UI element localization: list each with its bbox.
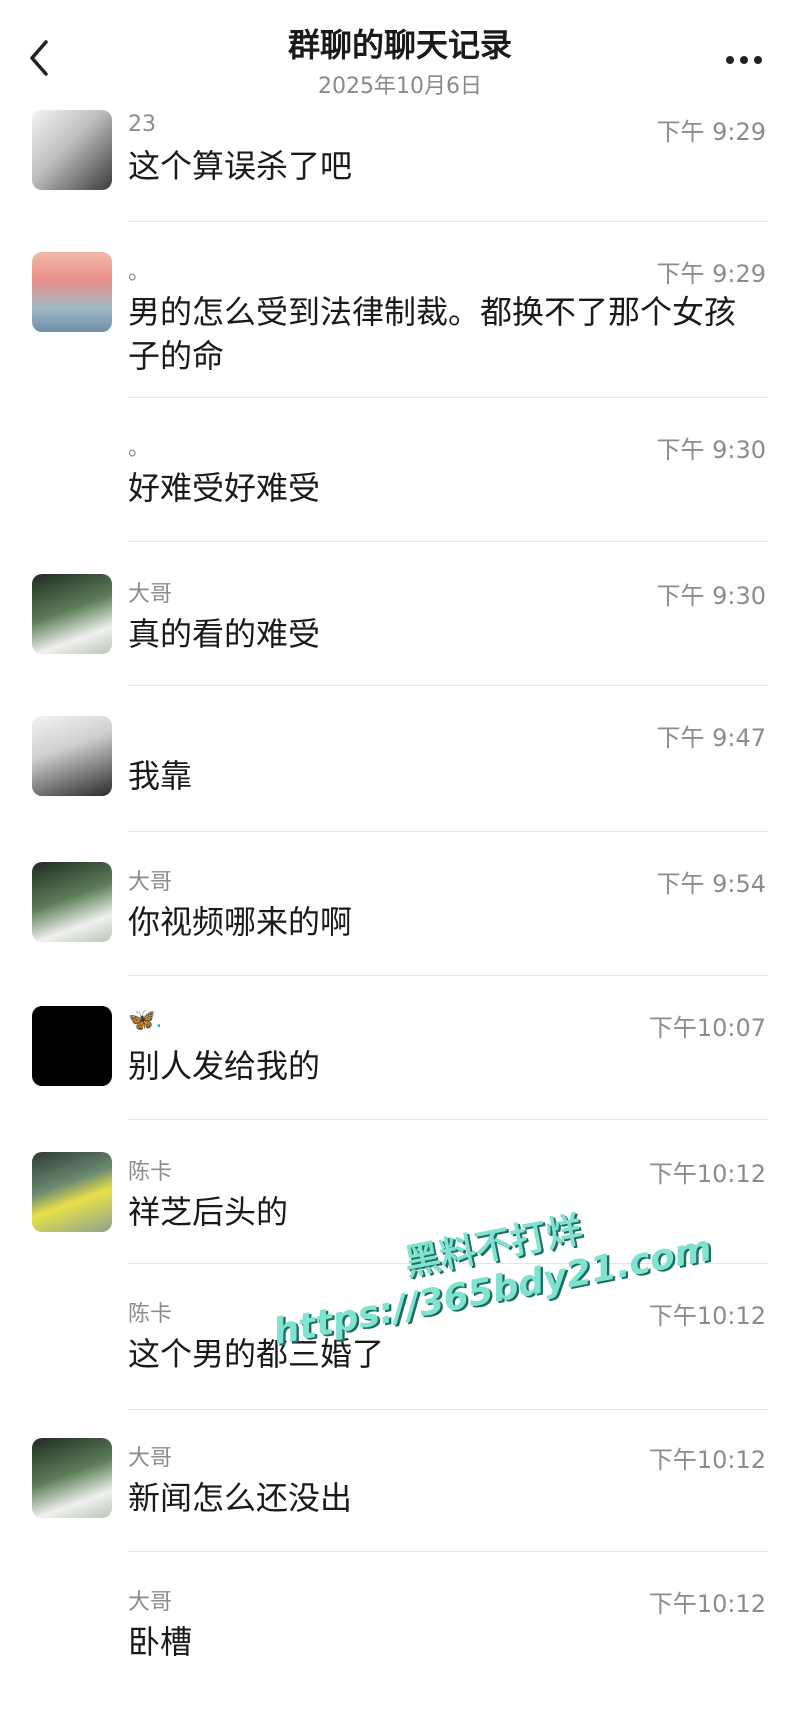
avatar[interactable] <box>32 716 112 796</box>
message-text: 别人发给我的 <box>128 1047 321 1085</box>
sender-name: 陈卡 <box>128 1160 173 1185</box>
avatar[interactable] <box>32 1438 112 1518</box>
message-item[interactable]: 大哥 下午 9:30 真的看的难受 <box>0 542 800 686</box>
sender-name: 大哥 <box>128 582 173 607</box>
message-time: 下午 9:30 <box>656 582 766 610</box>
sender-name: 大哥 <box>128 1590 173 1615</box>
message-list: 23 下午 9:29 这个算误杀了吧 。 下午 9:29 男的怎么受到法律制裁。… <box>0 102 800 1692</box>
message-item[interactable]: 23 下午 9:29 这个算误杀了吧 <box>0 102 800 222</box>
sender-name: 🦋. <box>128 1008 163 1033</box>
sender-name: 。 <box>128 260 151 285</box>
message-item[interactable]: 大哥 下午 9:54 你视频哪来的啊 <box>0 832 800 976</box>
message-item[interactable]: 。 下午 9:30 好难受好难受 <box>0 398 800 542</box>
avatar[interactable] <box>32 110 112 190</box>
message-text: 这个算误杀了吧 <box>128 147 353 185</box>
message-text: 好难受好难受 <box>128 469 321 507</box>
sender-name: 大哥 <box>128 870 173 895</box>
message-time: 下午 9:29 <box>656 260 766 288</box>
message-item[interactable]: 大哥 下午10:12 卧槽 <box>0 1552 800 1692</box>
message-time: 下午 9:54 <box>656 870 766 898</box>
avatar[interactable] <box>32 1006 112 1086</box>
sender-name: 23 <box>128 112 156 137</box>
message-time: 下午10:12 <box>648 1590 766 1618</box>
message-time: 下午 9:47 <box>656 724 766 752</box>
message-time: 下午10:12 <box>648 1446 766 1474</box>
sender-name: 大哥 <box>128 1446 173 1471</box>
message-item[interactable]: 🦋. 下午10:07 别人发给我的 <box>0 976 800 1120</box>
sender-name: 。 <box>128 436 151 461</box>
avatar[interactable] <box>32 574 112 654</box>
message-time: 下午 9:29 <box>656 118 766 146</box>
more-horizontal-icon <box>726 56 762 64</box>
message-text: 新闻怎么还没出 <box>128 1479 353 1517</box>
message-text: 卧槽 <box>128 1623 193 1661</box>
message-item[interactable]: 下午 9:47 我靠 <box>0 686 800 832</box>
page-subtitle: 2025年10月6日 <box>318 74 482 99</box>
message-time: 下午 9:30 <box>656 436 766 464</box>
message-text: 你视频哪来的啊 <box>128 903 353 941</box>
sender-name: 陈卡 <box>128 1302 173 1327</box>
more-button[interactable] <box>714 40 774 80</box>
page-title: 群聊的聊天记录 <box>287 26 512 64</box>
message-time: 下午10:07 <box>648 1014 766 1042</box>
avatar[interactable] <box>32 252 112 332</box>
message-text: 真的看的难受 <box>128 615 321 653</box>
message-item[interactable]: 。 下午 9:29 男的怎么受到法律制裁。都换不了那个女孩子的命 <box>0 222 800 398</box>
message-text: 我靠 <box>128 757 193 795</box>
message-text: 男的怎么受到法律制裁。都换不了那个女孩子的命 <box>128 293 737 375</box>
message-item[interactable]: 大哥 下午10:12 新闻怎么还没出 <box>0 1410 800 1552</box>
avatar[interactable] <box>32 862 112 942</box>
avatar[interactable] <box>32 1152 112 1232</box>
header: 群聊的聊天记录 2025年10月6日 <box>0 0 800 104</box>
